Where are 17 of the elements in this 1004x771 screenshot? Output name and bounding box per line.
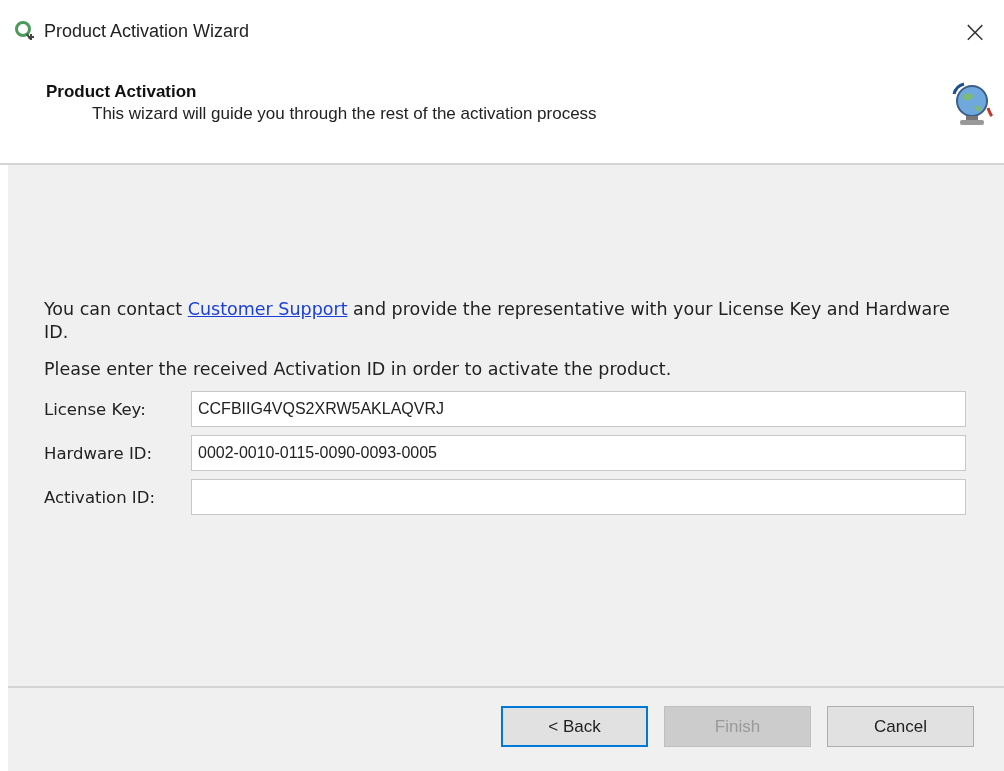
app-icon [14,20,36,42]
instruction-text: Please enter the received Activation ID in order to activate the product. [44,358,673,381]
input-field[interactable]: 0002-0010-0115-0090-0093-0005 [191,435,966,471]
wizard-button[interactable]: < Back [501,706,648,747]
field-label: Hardware ID: [44,443,154,463]
input-field[interactable]: CCFBIIG4VQS2XRW5AKLAQVRJ [191,391,966,427]
page-subtitle: This wizard will guide you through the rest of the activation process [91,104,598,124]
window-title: Product Activation Wizard [44,20,251,42]
field-label: Activation ID: [44,487,156,507]
globe-icon [950,82,994,128]
input-field[interactable] [191,479,966,515]
wizard-button[interactable]: Cancel [827,706,974,747]
customer-support-link[interactable]: Customer Support [187,299,348,319]
field-label: License Key: [44,399,147,419]
contact-text: You can contact Customer Support and provide the representative with your License Key and Hardware ID. [44,298,951,344]
page-heading: Product Activation [46,82,198,102]
close-button[interactable]: × [952,8,998,54]
